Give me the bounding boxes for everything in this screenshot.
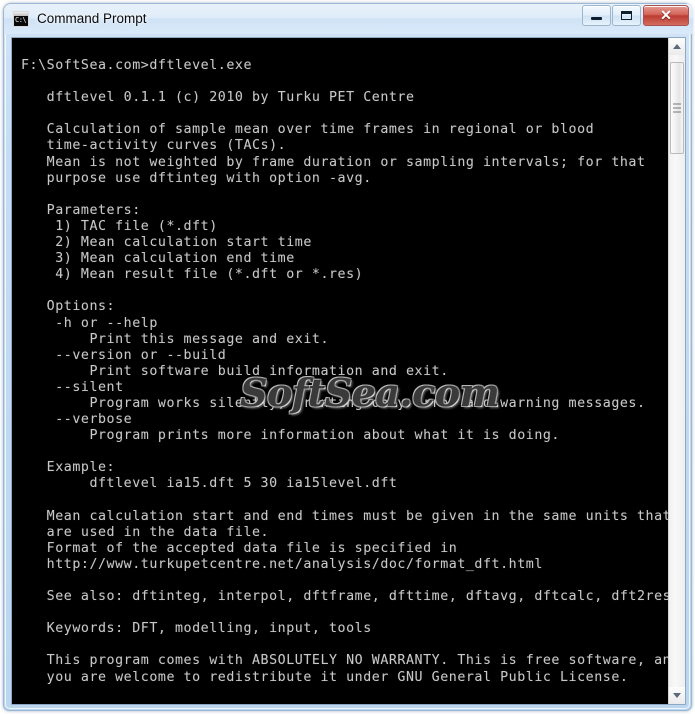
- maximize-button[interactable]: [612, 5, 641, 26]
- close-button[interactable]: ✕: [643, 5, 689, 26]
- console-text: F:\SoftSea.com>dftlevel.exe dftlevel 0.1…: [21, 58, 670, 685]
- scroll-up-arrow-icon[interactable]: [669, 38, 685, 55]
- vertical-scrollbar[interactable]: [668, 38, 685, 704]
- maximize-icon: [613, 6, 640, 25]
- close-icon: ✕: [660, 7, 672, 23]
- title-bar[interactable]: C:\ Command Prompt ✕: [4, 4, 693, 34]
- scrollbar-thumb[interactable]: [670, 62, 684, 154]
- console-client-area: F:\SoftSea.com>dftlevel.exe dftlevel 0.1…: [11, 37, 686, 705]
- command-prompt-icon[interactable]: C:\: [13, 11, 29, 27]
- window-bottom-edge: [4, 704, 693, 710]
- minimize-button[interactable]: [582, 5, 611, 26]
- minimize-icon: [583, 6, 610, 25]
- icon-prompt-text: C:\: [15, 16, 27, 24]
- scrollbar-grip-icon: [673, 103, 681, 113]
- command-prompt-window: C:\ Command Prompt ✕ F:\SoftSea.com>dftl…: [3, 3, 693, 711]
- window-title: Command Prompt: [37, 11, 147, 26]
- console-output-area[interactable]: F:\SoftSea.com>dftlevel.exe dftlevel 0.1…: [12, 38, 670, 704]
- caption-buttons: ✕: [581, 5, 689, 27]
- scroll-down-arrow-icon[interactable]: [669, 687, 685, 704]
- desktop-backdrop: C:\ Command Prompt ✕ F:\SoftSea.com>dftl…: [0, 0, 695, 714]
